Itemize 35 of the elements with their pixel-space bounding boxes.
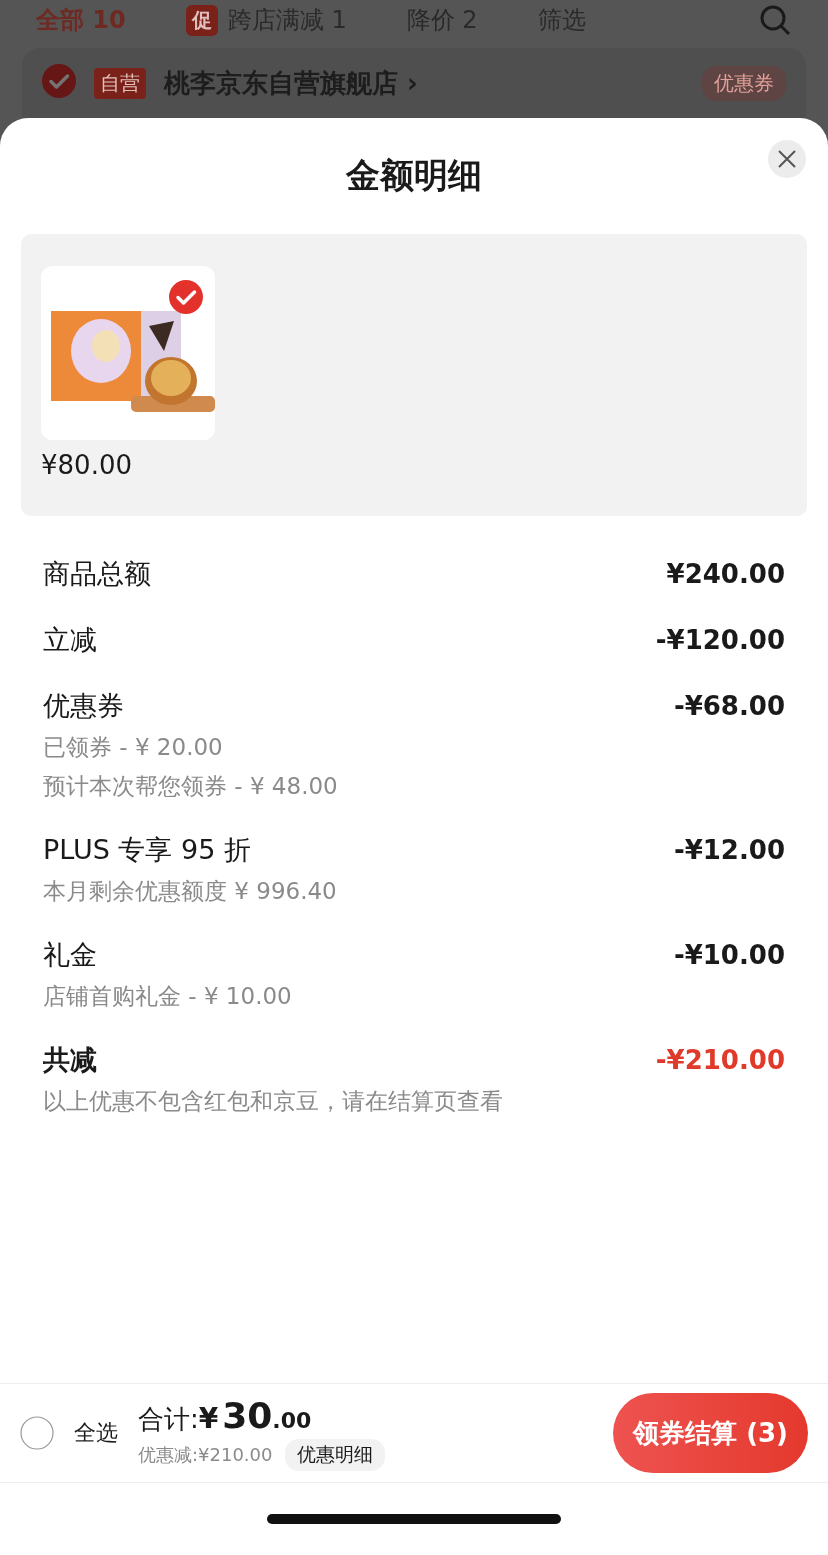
sheet-title: 金额明细 <box>346 154 482 197</box>
amount-note: 已领券 - ¥ 20.00 <box>43 733 224 762</box>
close-button[interactable] <box>768 140 806 178</box>
checked-icon[interactable] <box>169 280 203 314</box>
store-tag: 自营 <box>94 67 146 99</box>
select-all-label[interactable]: 全选 <box>74 1418 118 1448</box>
total-decimal: .00 <box>272 1408 312 1433</box>
discount-text: 优惠减:¥210.00 <box>138 1443 273 1467</box>
amount-value: -¥210.00 <box>655 1045 785 1075</box>
amount-label: 礼金 <box>43 938 97 972</box>
checkout-button[interactable]: 领券结算 (3) <box>613 1393 808 1473</box>
total-integer: 30 <box>222 1395 273 1436</box>
checked-icon[interactable] <box>42 64 76 98</box>
amount-value: -¥120.00 <box>655 625 785 655</box>
currency-sign: ¥ <box>198 1402 219 1435</box>
amount-note: 店铺首购礼金 - ¥ 10.00 <box>43 982 293 1011</box>
amount-note: 本月剩余优惠额度 ¥ 996.40 <box>43 877 338 906</box>
total-label: 合计: <box>138 1403 199 1436</box>
close-icon <box>776 148 798 170</box>
amount-label: 立减 <box>43 623 97 657</box>
search-icon[interactable] <box>758 3 792 37</box>
amount-label: 商品总额 <box>43 557 151 591</box>
product-price: ¥80.00 <box>41 450 133 480</box>
radio-circle[interactable] <box>20 1416 54 1450</box>
amount-value: -¥68.00 <box>673 691 785 721</box>
amount-note: 以上优惠不包含红包和京豆，请在结算页查看 <box>43 1087 504 1116</box>
amount-value: -¥12.00 <box>673 835 785 865</box>
amount-value: -¥10.00 <box>673 940 785 970</box>
amount-label: 优惠券 <box>43 689 124 723</box>
amount-note: 预计本次帮您领券 - ¥ 48.00 <box>43 772 339 801</box>
amount-value: ¥240.00 <box>666 559 785 589</box>
amount-label: PLUS 专享 95 折 <box>43 833 251 867</box>
coupon-button[interactable]: 优惠券 <box>702 65 786 101</box>
amount-label: 共减 <box>43 1043 97 1077</box>
discount-detail-button[interactable]: 优惠明细 <box>284 1439 385 1471</box>
